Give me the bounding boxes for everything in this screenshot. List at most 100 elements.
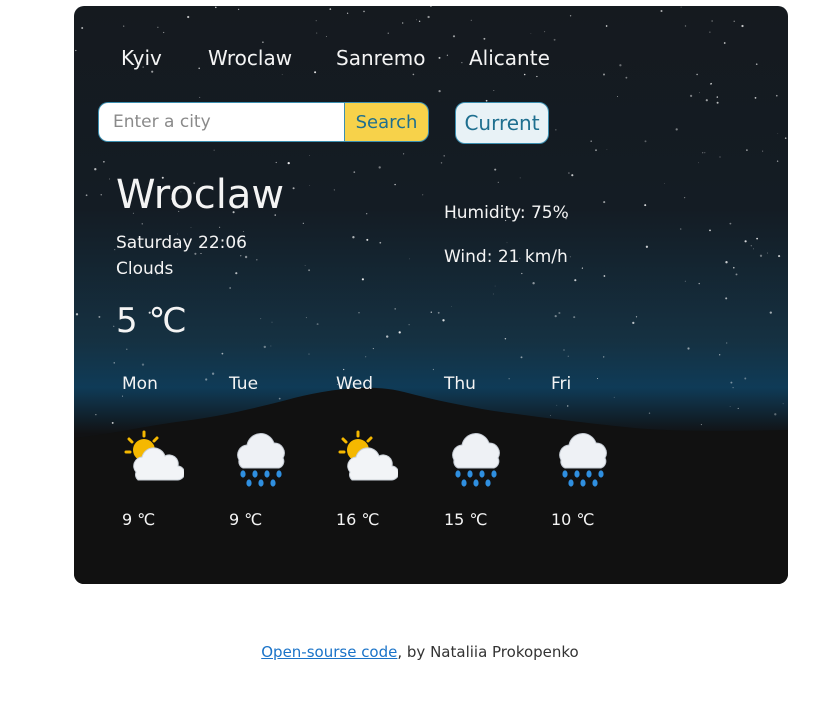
- star: [520, 356, 523, 359]
- star: [777, 133, 779, 134]
- star: [679, 228, 682, 230]
- forecast-temperature: 10 ℃: [551, 510, 595, 529]
- star: [242, 231, 244, 233]
- star: [519, 177, 521, 179]
- star: [343, 368, 345, 371]
- star: [616, 96, 618, 98]
- star: [422, 194, 424, 196]
- star: [109, 178, 110, 180]
- star: [554, 314, 557, 318]
- star: [504, 338, 507, 340]
- forecast-row: Mon 9 ℃ Tue 9 ℃ Wed 16 ℃ Thu 15 ℃ Fri 10…: [122, 374, 722, 544]
- city-name: Wroclaw: [116, 172, 285, 218]
- star: [103, 161, 105, 163]
- star: [689, 94, 693, 98]
- star: [497, 181, 499, 183]
- star: [709, 83, 712, 85]
- star: [782, 403, 784, 405]
- forecast-day: Fri 10 ℃: [551, 374, 641, 544]
- star: [494, 285, 496, 287]
- star: [287, 161, 290, 165]
- star: [229, 287, 231, 289]
- star: [698, 162, 700, 164]
- star: [438, 89, 441, 93]
- star: [569, 15, 572, 17]
- star: [75, 313, 79, 316]
- star: [553, 38, 556, 41]
- star: [702, 152, 704, 154]
- star: [432, 368, 434, 371]
- forecast-temperature: 16 ℃: [336, 510, 380, 529]
- star: [571, 174, 574, 177]
- star: [645, 245, 649, 248]
- star: [716, 101, 719, 104]
- star: [237, 8, 240, 11]
- weather-card: Kyiv Wroclaw Sanremo Alicante Search Cur…: [74, 6, 788, 584]
- star: [440, 162, 443, 164]
- star: [309, 185, 311, 186]
- star: [98, 315, 101, 318]
- star: [750, 245, 752, 247]
- forecast-day: Wed 16 ℃: [336, 374, 426, 544]
- star: [660, 10, 663, 12]
- current-location-button[interactable]: Current: [455, 102, 549, 144]
- star: [784, 137, 787, 139]
- star: [683, 196, 686, 199]
- star: [437, 311, 440, 314]
- forecast-day-name: Wed: [336, 374, 374, 394]
- humidity-value: Humidity: 75%: [444, 203, 569, 223]
- star: [333, 189, 336, 191]
- star: [409, 258, 410, 260]
- star: [704, 152, 706, 154]
- star: [719, 156, 721, 158]
- star: [536, 75, 538, 78]
- star: [442, 319, 445, 322]
- star: [452, 35, 456, 38]
- star: [402, 22, 404, 24]
- star: [244, 255, 248, 259]
- star: [483, 37, 486, 40]
- forecast-day-name: Tue: [229, 374, 259, 394]
- cloud-with-rain-icon: [452, 433, 500, 487]
- star: [271, 321, 273, 323]
- star: [163, 31, 165, 34]
- star: [329, 8, 332, 10]
- star: [123, 25, 125, 27]
- nav-city-kyiv[interactable]: Kyiv: [121, 46, 162, 70]
- star: [372, 348, 374, 350]
- star: [315, 20, 317, 22]
- star: [292, 187, 295, 190]
- star: [603, 201, 606, 204]
- star: [194, 252, 197, 255]
- star: [567, 355, 569, 357]
- star: [521, 272, 523, 275]
- star: [644, 204, 647, 207]
- star: [427, 15, 430, 19]
- star: [759, 254, 763, 257]
- nav-city-sanremo[interactable]: Sanremo: [336, 46, 425, 70]
- star: [316, 32, 318, 34]
- star: [595, 149, 597, 152]
- nav-city-wroclaw[interactable]: Wroclaw: [208, 46, 292, 70]
- star: [754, 97, 757, 99]
- star: [95, 414, 97, 416]
- star: [735, 273, 738, 276]
- star: [235, 272, 238, 275]
- star: [725, 261, 728, 264]
- star: [308, 353, 310, 355]
- source-code-link[interactable]: Open-sourse code: [261, 643, 397, 661]
- star: [705, 99, 708, 102]
- search-button[interactable]: Search: [344, 102, 429, 142]
- star: [387, 32, 389, 34]
- star: [709, 229, 711, 232]
- city-search-input[interactable]: [98, 102, 344, 142]
- star: [753, 248, 755, 250]
- star: [352, 236, 355, 239]
- current-temperature: 5 ℃: [116, 301, 187, 341]
- star: [680, 6, 682, 8]
- wind-value: Wind: 21 km/h: [444, 247, 568, 267]
- star: [741, 24, 744, 28]
- forecast-temperature: 15 ℃: [444, 510, 488, 529]
- forecast-day: Thu 15 ℃: [444, 374, 534, 544]
- nav-city-alicante[interactable]: Alicante: [469, 46, 550, 70]
